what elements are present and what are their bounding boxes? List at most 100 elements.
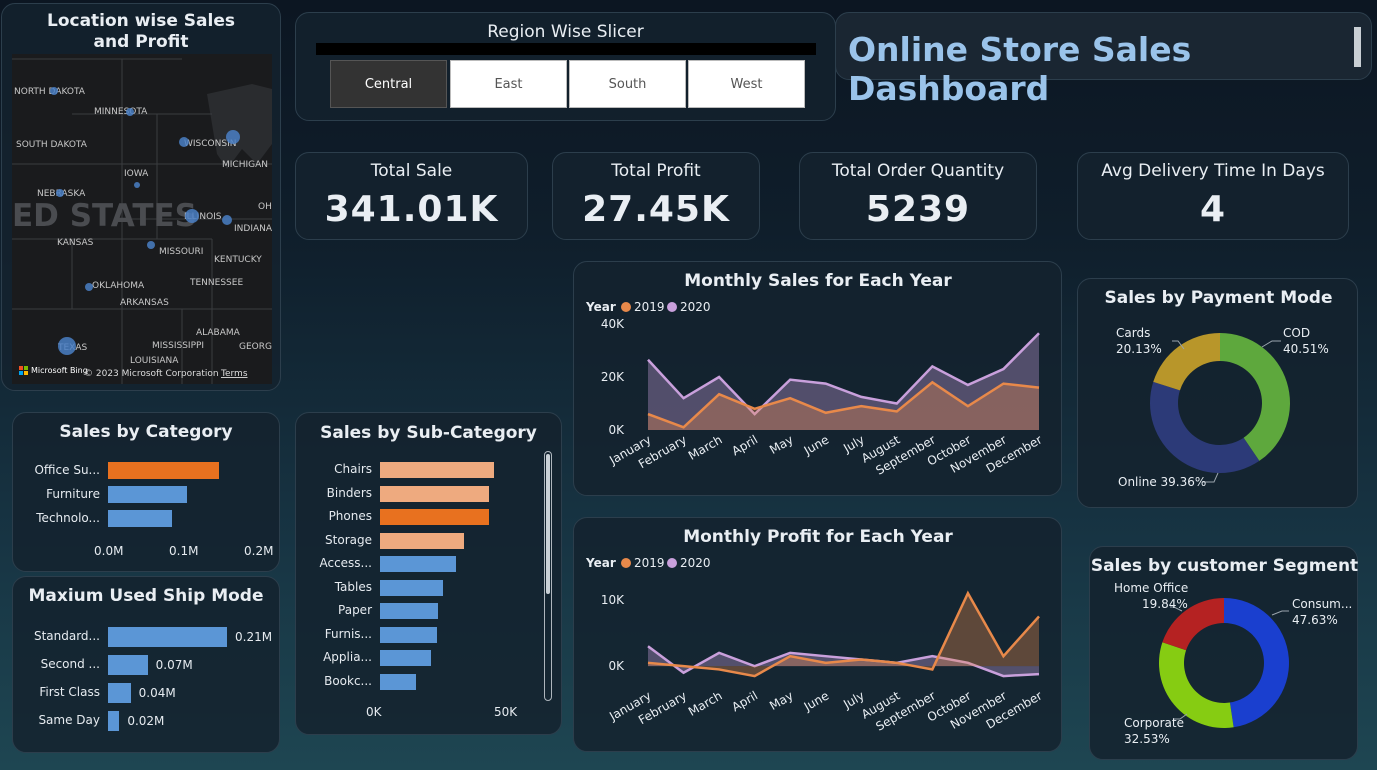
x-axis-tick-label: March — [686, 432, 725, 462]
subcategory-chart: Chairs Binders Phones Storage Access... Table… — [296, 413, 563, 736]
subcategory-scrollbar[interactable] — [544, 451, 552, 701]
map-state-label: KANSAS — [57, 238, 94, 248]
legend-marker — [667, 302, 677, 312]
map-state-label: NORTH DAKOTA — [14, 87, 86, 97]
kpi-total-sale: Total Sale 341.01K — [295, 152, 528, 240]
legend-label: 2019 — [634, 556, 665, 570]
bing-logo — [19, 366, 28, 375]
map-state-label: LOUISIANA — [130, 356, 179, 366]
bar-category-label: Applia... — [323, 650, 372, 664]
map-bubble — [179, 137, 189, 147]
bar-mark — [380, 673, 417, 690]
map-state-label: OH — [258, 202, 272, 212]
slice-name-label: Online 39.36% — [1118, 475, 1206, 489]
slicer-option-west[interactable]: West — [688, 60, 805, 108]
bar-mark — [108, 486, 187, 503]
bar-category-label: Furniture — [46, 486, 100, 501]
map-bubble — [56, 189, 64, 197]
map-state-label: OKLAHOMA — [92, 281, 145, 291]
slice-pct-label: 32.53% — [1124, 732, 1170, 746]
x-axis-tick-label: May — [767, 432, 795, 457]
legend-label: 2019 — [634, 300, 665, 314]
bar-category-label: Standard... — [33, 629, 100, 643]
ship-mode-chart-card: Maxium Used Ship Mode Standard... 0.21M Se… — [12, 576, 280, 753]
map-state-label: MISSOURI — [159, 247, 203, 257]
subcategory-scrollbar-thumb[interactable] — [546, 454, 550, 594]
x-axis-tick-label: 50K — [494, 705, 518, 719]
y-axis-tick-label: 10K — [601, 593, 625, 607]
bar-category-label: First Class — [39, 685, 100, 699]
bar-mark — [108, 711, 120, 731]
bar-mark — [108, 627, 227, 647]
bar-data-label: 0.04M — [138, 686, 176, 700]
legend-title: Year — [585, 556, 616, 570]
x-axis-tick-label: June — [801, 688, 832, 714]
slice-leader-line — [1271, 610, 1289, 616]
y-axis-tick-label: 40K — [601, 317, 625, 331]
slicer-title: Region Wise Slicer — [487, 22, 644, 42]
slice-leader-line — [1261, 340, 1281, 348]
monthly-sales-chart: Monthly Sales for Each Year Year 2019 2020 0… — [585, 271, 1045, 478]
map-bubble — [126, 108, 134, 116]
map-view[interactable]: ED STATES NORTH DAKOTA MINNESOTA SOUTH DAK… — [12, 54, 272, 384]
bar-category-label: Paper — [338, 603, 372, 617]
legend-title: Year — [585, 300, 616, 314]
y-axis-tick-label: 0K — [608, 423, 625, 437]
monthly-profit-chart-card: Monthly Profit for Each Year Year 2019 2020… — [573, 517, 1062, 752]
map-title: Location wise Sales and Profit — [46, 11, 235, 52]
map-state-label: KENTUCKY — [214, 255, 262, 265]
monthly-profit-chart: Monthly Profit for Each Year Year 2019 2020… — [585, 527, 1045, 734]
dashboard-title: Online Store Sales Dashboard — [848, 30, 1192, 108]
kpi-label: Total Order Quantity — [831, 161, 1005, 181]
bar-mark — [380, 462, 495, 478]
map-card: Location wise Sales and Profit ED STATES… — [1, 3, 281, 391]
ship-mode-chart: Standard... 0.21M Second ... 0.07M First Cla… — [13, 577, 281, 754]
kpi-label: Total Profit — [611, 161, 701, 181]
bar-mark — [380, 603, 439, 619]
customer-segment-chart-card: Sales by customer Segment Consum... 47.63%… — [1089, 546, 1358, 760]
map-state-label: MINNESOTA — [94, 107, 148, 117]
slicer-option-east[interactable]: East — [450, 60, 567, 108]
y-axis-tick-label: 0K — [608, 659, 625, 673]
map-state-label: MISSISSIPPI — [152, 341, 204, 351]
kpi-value: 4 — [1199, 189, 1227, 230]
legend-marker — [621, 558, 631, 568]
bar-mark — [380, 532, 464, 549]
slice-name-label: Home Office — [1114, 581, 1188, 595]
payment-mode-chart: Sales by Payment Mode COD 40.51% Online 39.… — [1105, 288, 1333, 489]
map-state-label: INDIANA — [234, 224, 272, 234]
slice-name-label: COD — [1283, 326, 1310, 340]
slicer-option-central[interactable]: Central — [330, 60, 447, 108]
category-chart-card: Sales by Category Office Su... Furniture T… — [12, 412, 280, 572]
slicer-option-south[interactable]: South — [569, 60, 686, 108]
bar-category-label: Binders — [326, 485, 372, 500]
bar-mark — [108, 655, 148, 675]
donut-slice-0 — [1224, 598, 1289, 728]
bar-data-label: 0.21M — [235, 630, 273, 644]
bar-data-label: 0.07M — [155, 658, 193, 672]
bar-mark — [108, 683, 131, 703]
y-axis-tick-label: 20K — [601, 370, 625, 384]
map-state-label: ALABAMA — [196, 328, 241, 338]
map-terms-link[interactable]: Terms — [220, 369, 248, 379]
customer-segment-chart: Sales by customer Segment Consum... 47.63%… — [1091, 556, 1358, 746]
bar-mark — [108, 510, 172, 527]
x-axis-tick-label: 0.2M — [244, 544, 274, 558]
category-chart: Office Su... Furniture Technolo... 0.0M 0.1M… — [13, 413, 281, 573]
kpi-value: 27.45K — [582, 189, 730, 230]
bar-mark — [380, 579, 443, 596]
kpi-total-order-quantity: Total Order Quantity 5239 — [799, 152, 1037, 240]
map-bubble — [185, 209, 199, 223]
payment-mode-chart-card: Sales by Payment Mode COD 40.51% Online 39.… — [1077, 278, 1358, 508]
x-axis-tick-label: 0K — [366, 705, 382, 719]
bar-category-label: Access... — [319, 556, 372, 570]
slice-pct-label: 19.84% — [1142, 597, 1188, 611]
legend-marker — [667, 558, 677, 568]
legend-label: 2020 — [680, 556, 711, 570]
x-axis-tick-label: 0.1M — [169, 544, 199, 558]
region-slicer-card: Region Wise Slicer Central East South We… — [295, 12, 836, 121]
map-state-label: IOWA — [124, 169, 149, 179]
chart-title: Sales by Payment Mode — [1105, 288, 1333, 308]
chart-title: Sales by customer Segment — [1091, 556, 1358, 576]
bar-category-label: Second ... — [40, 657, 100, 671]
